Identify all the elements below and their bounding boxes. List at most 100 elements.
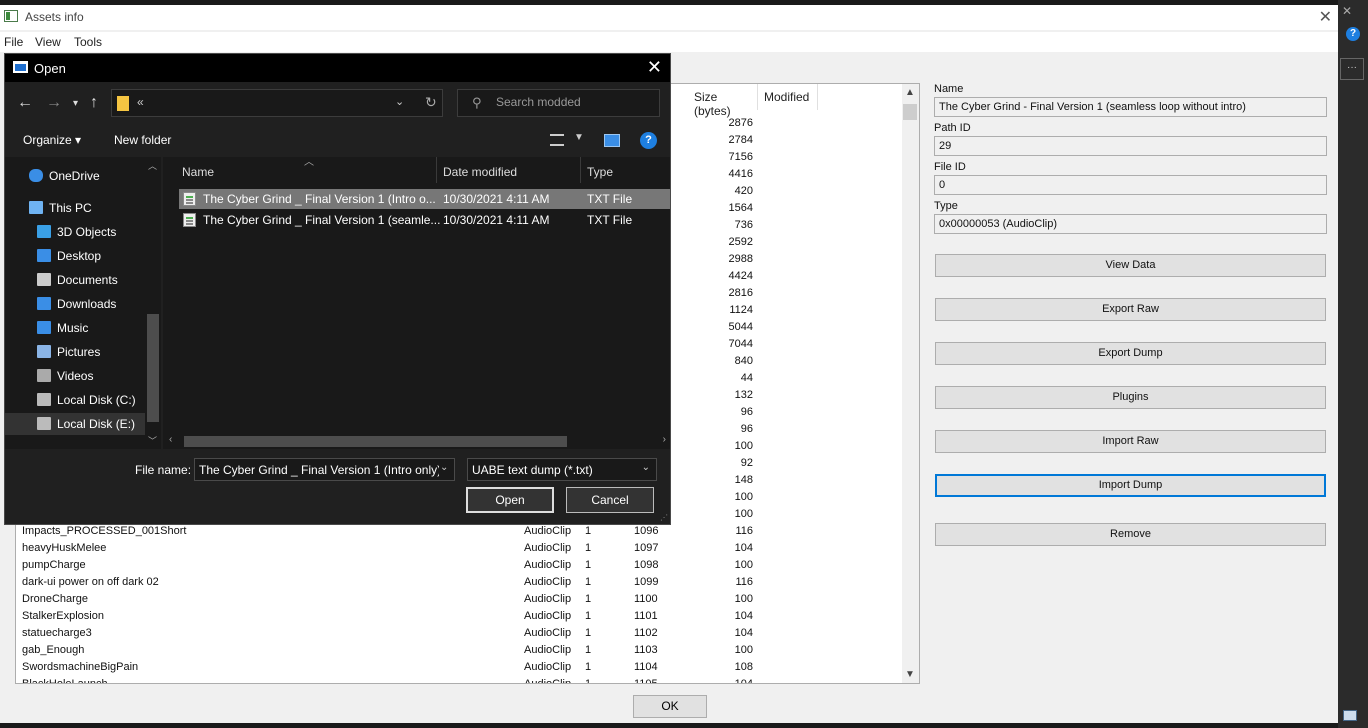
asset-name-cell[interactable]: gab_Enough [22, 644, 84, 656]
forward-icon[interactable]: → [46, 94, 62, 112]
file-type-value[interactable]: UABE text dump (*.txt) [472, 463, 593, 477]
asset-name-cell[interactable]: heavyHuskMelee [22, 542, 106, 554]
asset-type-cell[interactable]: AudioClip [524, 542, 571, 554]
asset-path-id-cell[interactable]: 1100 [634, 593, 658, 605]
asset-file-id-cell[interactable]: 1 [585, 542, 591, 554]
asset-path-id-cell[interactable]: 1099 [634, 576, 658, 588]
nav-item-this-pc[interactable]: This PC [5, 197, 145, 219]
column-date-modified[interactable]: Date modified [437, 157, 581, 183]
asset-type-cell[interactable]: AudioClip [524, 593, 571, 605]
asset-path-id-cell[interactable]: 1097 [634, 542, 658, 554]
menu-tools[interactable]: Tools [74, 35, 102, 49]
asset-type-cell[interactable]: AudioClip [524, 678, 571, 683]
file-row[interactable]: The Cyber Grind _ Final Version 1 (Intro… [179, 189, 670, 209]
chevron-down-icon[interactable]: ▼ [574, 132, 584, 143]
import-dump-button[interactable]: Import Dump [935, 474, 1326, 497]
asset-file-id-cell[interactable]: 1 [585, 559, 591, 571]
new-folder-button[interactable]: New folder [114, 133, 171, 147]
asset-path-id-cell[interactable]: 1104 [634, 661, 658, 673]
asset-name-cell[interactable]: BlackHoleLaunch [22, 678, 108, 683]
nav-item-pictures[interactable]: Pictures [5, 341, 145, 363]
address-crumb[interactable]: « [137, 95, 144, 109]
asset-type-cell[interactable]: AudioClip [524, 610, 571, 622]
chevron-down-icon[interactable]: ⌄ [642, 462, 650, 473]
file-row[interactable]: The Cyber Grind _ Final Version 1 (seaml… [179, 210, 670, 230]
scroll-down-icon[interactable]: ▼ [905, 669, 915, 680]
asset-type-cell[interactable]: AudioClip [524, 559, 571, 571]
nav-item-onedrive[interactable]: OneDrive [5, 165, 145, 187]
address-bar[interactable]: « ⌄ ↻ [111, 89, 443, 117]
chevron-down-icon[interactable]: ⌄ [395, 95, 404, 108]
plugins-button[interactable]: Plugins [935, 386, 1326, 409]
nav-scroll-thumb[interactable] [147, 314, 159, 422]
asset-name-cell[interactable]: statuecharge3 [22, 627, 92, 639]
column-modified[interactable]: Modified [758, 84, 818, 110]
asset-path-id-cell[interactable]: 1098 [634, 559, 658, 571]
cancel-button[interactable]: Cancel [566, 487, 654, 513]
asset-file-id-cell[interactable]: 1 [585, 678, 591, 683]
asset-name-cell[interactable]: dark-ui power on off dark 02 [22, 576, 159, 588]
nav-item-downloads[interactable]: Downloads [5, 293, 145, 315]
nav-item-local-disk-c[interactable]: Local Disk (C:) [5, 389, 145, 411]
search-box[interactable]: ⚲ [457, 89, 660, 117]
scroll-right-icon[interactable]: › [663, 434, 666, 445]
nav-item-3d-objects[interactable]: 3D Objects [5, 221, 145, 243]
scroll-left-icon[interactable]: ‹ [169, 434, 172, 445]
preview-pane-icon[interactable] [604, 134, 620, 147]
type-field[interactable]: 0x00000053 (AudioClip) [934, 214, 1327, 234]
asset-file-id-cell[interactable]: 1 [585, 610, 591, 622]
asset-name-cell[interactable]: pumpCharge [22, 559, 86, 571]
nav-item-documents[interactable]: Documents [5, 269, 145, 291]
scroll-up-icon[interactable]: ︿ [148, 159, 157, 172]
export-dump-button[interactable]: Export Dump [935, 342, 1326, 365]
ok-button[interactable]: OK [633, 695, 707, 718]
asset-file-id-cell[interactable]: 1 [585, 576, 591, 588]
nav-item-videos[interactable]: Videos [5, 365, 145, 387]
recent-dropdown-icon[interactable]: ▾ [73, 98, 78, 109]
asset-name-cell[interactable]: DroneCharge [22, 593, 88, 605]
vertical-scrollbar[interactable]: ▲ ▼ [902, 84, 919, 683]
help-icon[interactable]: ? [640, 132, 657, 149]
chevron-down-icon[interactable]: ⌄ [440, 462, 448, 473]
asset-name-cell[interactable]: Impacts_PROCESSED_001Short [22, 525, 186, 537]
refresh-icon[interactable]: ↻ [425, 94, 437, 111]
back-icon[interactable]: ← [17, 94, 33, 112]
nav-item-music[interactable]: Music [5, 317, 145, 339]
up-icon[interactable]: ↑ [90, 94, 98, 112]
file-name-input[interactable]: The Cyber Grind _ Final Version 1 (Intro… [194, 458, 455, 481]
name-field[interactable]: The Cyber Grind - Final Version 1 (seaml… [934, 97, 1327, 117]
view-options-icon[interactable] [550, 134, 564, 146]
asset-name-cell[interactable]: StalkerExplosion [22, 610, 104, 622]
file-type-select[interactable]: UABE text dump (*.txt) ⌄ [467, 458, 657, 481]
nav-scrollbar[interactable]: ︿ ﹀ [145, 157, 161, 449]
close-icon[interactable]: ✕ [1342, 4, 1352, 18]
more-icon[interactable]: ··· [1340, 58, 1364, 80]
asset-path-id-cell[interactable]: 1102 [634, 627, 658, 639]
asset-file-id-cell[interactable]: 1 [585, 525, 591, 537]
horizontal-scrollbar[interactable]: ‹ › [163, 433, 670, 449]
file-id-field[interactable]: 0 [934, 175, 1327, 195]
asset-path-id-cell[interactable]: 1103 [634, 644, 658, 656]
asset-type-cell[interactable]: AudioClip [524, 644, 571, 656]
close-icon[interactable]: ✕ [1319, 7, 1332, 27]
import-raw-button[interactable]: Import Raw [935, 430, 1326, 453]
asset-file-id-cell[interactable]: 1 [585, 644, 591, 656]
asset-type-cell[interactable]: AudioClip [524, 627, 571, 639]
nav-item-local-disk-e[interactable]: Local Disk (E:) [5, 413, 145, 435]
view-data-button[interactable]: View Data [935, 254, 1326, 277]
path-id-field[interactable]: 29 [934, 136, 1327, 156]
asset-type-cell[interactable]: AudioClip [524, 525, 571, 537]
scroll-down-icon[interactable]: ﹀ [148, 434, 157, 447]
asset-type-cell[interactable]: AudioClip [524, 576, 571, 588]
menu-view[interactable]: View [35, 35, 61, 49]
asset-file-id-cell[interactable]: 1 [585, 661, 591, 673]
open-button[interactable]: Open [466, 487, 554, 513]
asset-path-id-cell[interactable]: 1096 [634, 525, 658, 537]
asset-name-cell[interactable]: SwordsmachineBigPain [22, 661, 138, 673]
remove-button[interactable]: Remove [935, 523, 1326, 546]
scroll-up-icon[interactable]: ▲ [905, 87, 915, 98]
column-size[interactable]: Size (bytes) [688, 84, 758, 118]
asset-path-id-cell[interactable]: 1105 [634, 678, 658, 683]
menu-file[interactable]: File [4, 35, 23, 49]
hscroll-thumb[interactable] [184, 436, 567, 447]
